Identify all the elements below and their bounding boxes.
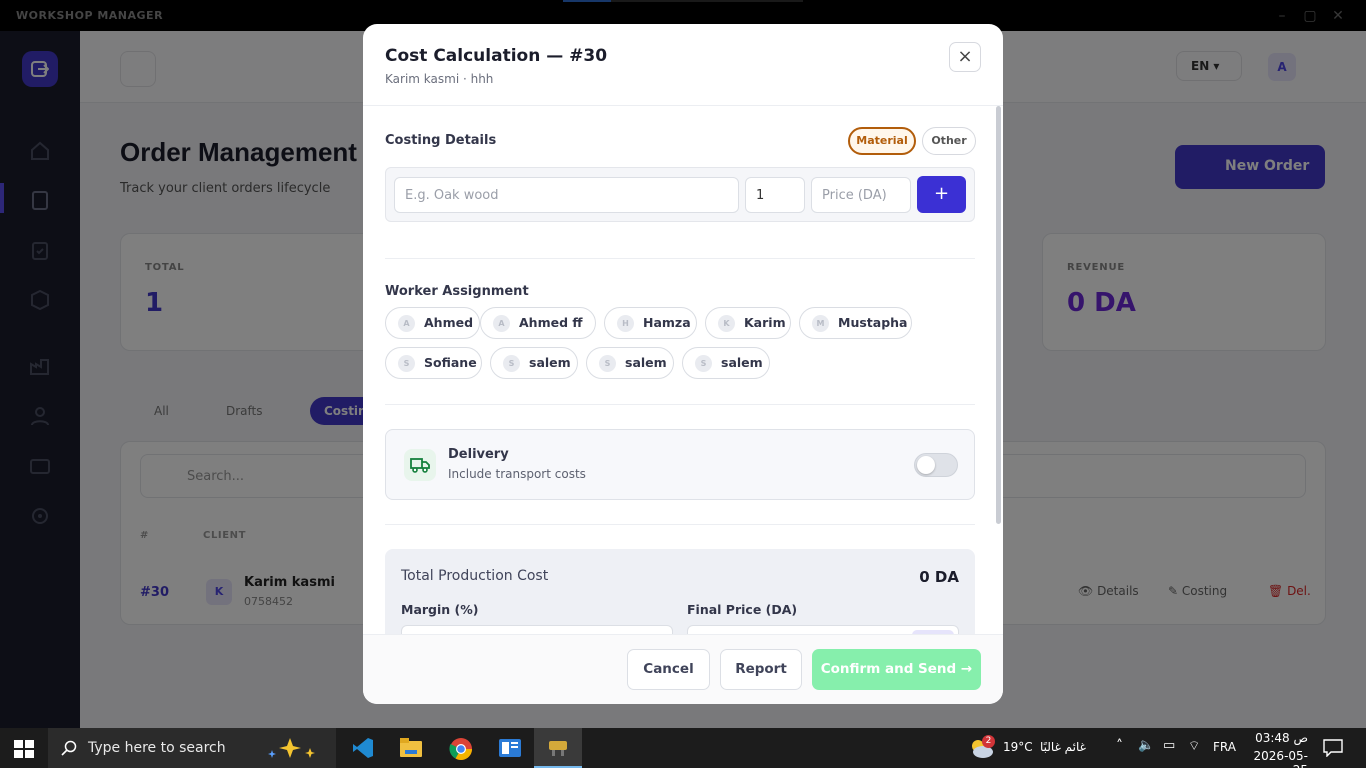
notifications-icon[interactable] — [1323, 739, 1343, 757]
worker-name: salem — [721, 355, 763, 370]
windows-start-icon[interactable] — [14, 740, 34, 758]
worker-name: Hamza — [643, 315, 691, 330]
worker-chip[interactable]: K Karim — [705, 307, 791, 339]
report-button[interactable]: Report — [720, 649, 802, 690]
cost-calculation-modal: Cost Calculation — #30 Karim kasmi · hhh… — [363, 24, 1003, 704]
weather-badge: 2 — [982, 735, 995, 748]
divider — [385, 404, 975, 405]
temperature: 19°C — [1003, 740, 1033, 754]
total-cost-label: Total Production Cost — [401, 568, 549, 584]
worker-initial: S — [599, 355, 616, 372]
divider — [385, 524, 975, 525]
worker-name: Ahmed ff — [519, 315, 583, 330]
costing-details-label: Costing Details — [385, 133, 497, 148]
file-explorer-icon[interactable] — [387, 728, 435, 768]
close-icon[interactable]: × — [949, 42, 981, 72]
cost-entry-row: + — [385, 167, 975, 222]
worker-initial: M — [812, 315, 829, 332]
worker-chip[interactable]: M Mustapha — [799, 307, 912, 339]
sparkle-icon — [268, 738, 315, 758]
worker-chip[interactable]: A Ahmed — [385, 307, 480, 339]
worker-initial: S — [695, 355, 712, 372]
modal-title: Cost Calculation — #30 — [385, 46, 608, 66]
delivery-subtitle: Include transport costs — [448, 467, 586, 481]
worker-initial: H — [617, 315, 634, 332]
clock-date[interactable]: 2026-05-25 — [1248, 749, 1308, 768]
input-language[interactable]: FRA — [1213, 740, 1236, 754]
weather-text: غائم غالبًا — [1040, 740, 1086, 754]
worker-name: Ahmed — [424, 315, 474, 330]
chrome-icon[interactable] — [436, 728, 484, 768]
worker-assignment-label: Worker Assignment — [385, 284, 529, 299]
worker-name: salem — [529, 355, 571, 370]
modal-header: Cost Calculation — #30 Karim kasmi · hhh… — [363, 24, 1003, 106]
worker-name: Sofiane — [424, 355, 477, 370]
chevron-up-icon[interactable]: ˄ — [1116, 738, 1123, 754]
add-item-button[interactable]: + — [917, 176, 966, 213]
taskbar-search-text: Type here to search — [88, 740, 226, 756]
clock-time[interactable]: 03:48 ص — [1254, 731, 1308, 745]
news-app-icon[interactable] — [485, 728, 533, 768]
price-input[interactable] — [811, 177, 911, 213]
margin-label: Margin (%) — [401, 602, 479, 617]
taskbar: Type here to search 2 19°C غائم غالبًا ˄… — [0, 728, 1366, 768]
workshop-app-icon[interactable] — [534, 728, 582, 768]
worker-initial: A — [398, 315, 415, 332]
modal-scrollbar[interactable] — [996, 106, 1001, 524]
taskbar-search[interactable]: Type here to search — [48, 728, 336, 768]
worker-name: salem — [625, 355, 667, 370]
worker-chip[interactable]: Ssalem — [682, 347, 770, 379]
confirm-send-button[interactable]: Confirm and Send → — [812, 649, 981, 690]
worker-chip[interactable]: H Hamza — [604, 307, 697, 339]
vscode-icon[interactable] — [339, 728, 387, 768]
delivery-option: Delivery Include transport costs — [385, 429, 975, 500]
volume-icon[interactable]: 🔈 — [1138, 738, 1154, 753]
worker-name: Mustapha — [838, 315, 908, 330]
tab-other[interactable]: Other — [922, 127, 976, 155]
worker-initial: S — [503, 355, 520, 372]
toggle-knob — [917, 456, 935, 474]
divider — [385, 258, 975, 259]
final-price-label: Final Price (DA) — [687, 602, 798, 617]
search-icon — [61, 740, 77, 756]
cancel-button[interactable]: Cancel — [627, 649, 710, 690]
worker-initial: K — [718, 315, 735, 332]
delivery-toggle[interactable] — [914, 453, 958, 477]
quantity-input[interactable] — [745, 177, 805, 213]
worker-initial: A — [493, 315, 510, 332]
truck-icon — [404, 449, 436, 481]
total-cost-value: 0 DA — [919, 568, 959, 586]
modal-footer: Cancel Report Confirm and Send → — [363, 634, 1003, 704]
worker-chip[interactable]: A Ahmed ff — [480, 307, 596, 339]
item-name-input[interactable] — [394, 177, 739, 213]
worker-chip[interactable]: Ssalem — [586, 347, 674, 379]
worker-name: Karim — [744, 315, 786, 330]
worker-chip[interactable]: S Sofiane — [385, 347, 482, 379]
modal-subtitle: Karim kasmi · hhh — [385, 72, 494, 86]
delivery-title: Delivery — [448, 447, 509, 462]
worker-initial: S — [398, 355, 415, 372]
tab-material[interactable]: Material — [848, 127, 916, 155]
battery-icon[interactable]: ▭ — [1163, 738, 1175, 753]
wifi-icon[interactable]: ⌔ — [1188, 738, 1200, 754]
worker-chip[interactable]: Ssalem — [490, 347, 578, 379]
